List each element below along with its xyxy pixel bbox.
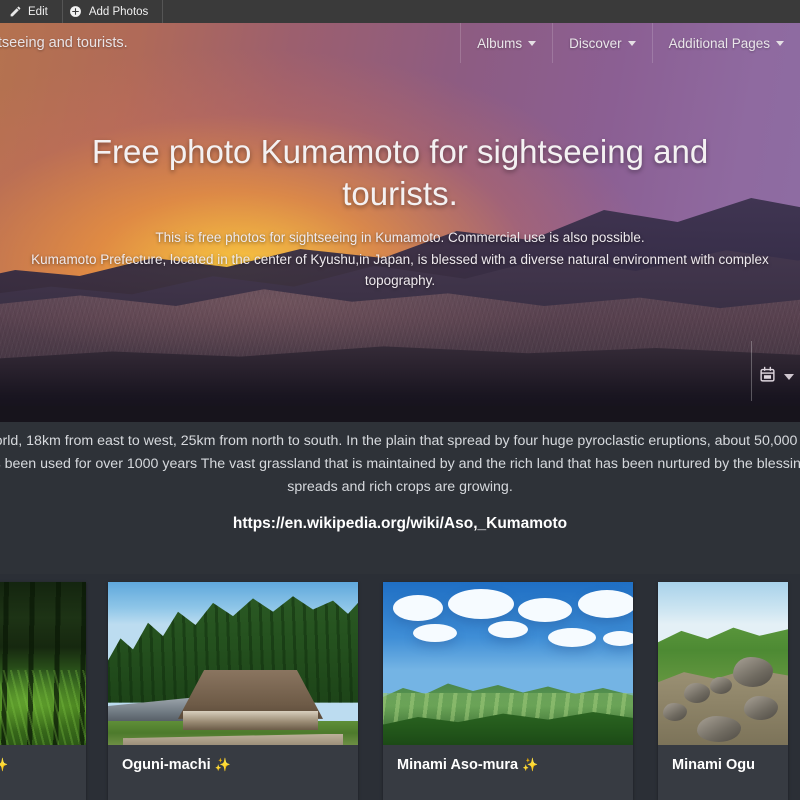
toolbar-empty-area <box>163 0 800 23</box>
hero-title: Free photo Kumamoto for sightseeing and … <box>91 133 709 213</box>
cloud-shape <box>518 598 572 623</box>
hero-subtitle-line2: Kumamoto Prefecture, located in the cent… <box>31 251 769 289</box>
site-navigation: amoto for sightseeing and tourists. Albu… <box>0 23 800 63</box>
sparkle-icon: ✨ <box>522 757 539 772</box>
description-section: s one of the largest in the world, 18km … <box>0 422 800 574</box>
hero-text-block: Free photo Kumamoto for sightseeing and … <box>0 131 800 291</box>
cloud-shape <box>578 590 633 619</box>
photo-card[interactable]: Minami Aso-mura ✨ <box>383 582 633 800</box>
chevron-down-icon <box>627 40 636 46</box>
photo-card-strip: ✨ Oguni-machi ✨ Minami Aso-mura ✨ Minami… <box>0 582 800 800</box>
photo-card-caption: Minami Aso-mura ✨ <box>383 745 633 773</box>
hero-bottom-band <box>0 406 800 422</box>
cloud-shape <box>448 588 514 619</box>
forest-floor-artwork <box>0 582 86 745</box>
nav-item-discover[interactable]: Discover <box>552 23 652 63</box>
cloud-shape <box>488 621 528 639</box>
rock-shape <box>663 702 688 721</box>
forest-floor-photo[interactable] <box>0 582 86 745</box>
house-wall-shape <box>183 710 318 731</box>
chevron-down-icon <box>528 40 537 46</box>
add-photos-button[interactable]: Add Photos <box>63 0 164 23</box>
hero-divider <box>751 341 752 401</box>
cloud-shape <box>393 595 443 622</box>
chevron-down-icon <box>776 40 784 46</box>
rock-shape <box>697 715 741 742</box>
editor-toolbar: Edit Add Photos <box>0 0 800 23</box>
sparkle-icon: ✨ <box>214 757 231 772</box>
thatched-house-artwork <box>108 582 358 745</box>
photo-card-caption: Minami Ogu <box>658 745 788 773</box>
plus-circle-icon <box>69 5 83 19</box>
photo-card-title: Oguni-machi <box>122 757 211 773</box>
photo-card-caption: ✨ <box>0 745 86 773</box>
cloud-shape <box>548 627 596 647</box>
hero-subtitle: This is free photos for sightseeing in K… <box>0 227 800 291</box>
nav-discover-label: Discover <box>569 35 622 51</box>
cloud-shape <box>413 624 457 643</box>
cloud-shape <box>603 630 633 646</box>
description-paragraph: s one of the largest in the world, 18km … <box>0 433 800 495</box>
chevron-down-icon <box>784 374 794 380</box>
sparkle-icon: ✨ <box>0 757 9 772</box>
pencil-icon <box>8 5 22 19</box>
rock-shape <box>710 676 732 694</box>
calendar-icon <box>759 366 776 388</box>
site-title[interactable]: amoto for sightseeing and tourists. <box>0 35 128 51</box>
nav-item-additional-pages[interactable]: Additional Pages <box>651 23 800 63</box>
nav-additional-pages-label: Additional Pages <box>668 35 770 51</box>
nav-albums-label: Albums <box>477 35 523 51</box>
hero-subtitle-line1: This is free photos for sightseeing in K… <box>155 230 645 246</box>
nav-items: Albums Discover Additional Pages <box>460 23 800 63</box>
photo-card-caption: Oguni-machi ✨ <box>108 745 358 773</box>
edit-label: Edit <box>28 5 48 18</box>
valley-landscape-artwork <box>383 582 633 745</box>
photo-card-title: Minami Aso-mura <box>397 757 519 773</box>
add-photos-label: Add Photos <box>88 5 149 18</box>
hero-banner: amoto for sightseeing and tourists. Albu… <box>0 23 800 422</box>
edit-button[interactable]: Edit <box>0 0 63 23</box>
photo-card-title: Minami Ogu <box>672 757 755 773</box>
nav-item-albums[interactable]: Albums <box>460 23 552 63</box>
wikipedia-link[interactable]: https://en.wikipedia.org/wiki/Aso,_Kumam… <box>0 515 800 533</box>
valley-landscape-photo[interactable] <box>383 582 633 745</box>
photo-card[interactable]: Minami Ogu <box>658 582 788 800</box>
photo-card[interactable]: Oguni-machi ✨ <box>108 582 358 800</box>
photo-card[interactable]: ✨ <box>0 582 86 800</box>
rocky-grassland-photo[interactable] <box>658 582 788 745</box>
hero-date-control[interactable] <box>759 366 794 388</box>
thatched-house-photo[interactable] <box>108 582 358 745</box>
rocky-grassland-artwork <box>658 582 788 745</box>
